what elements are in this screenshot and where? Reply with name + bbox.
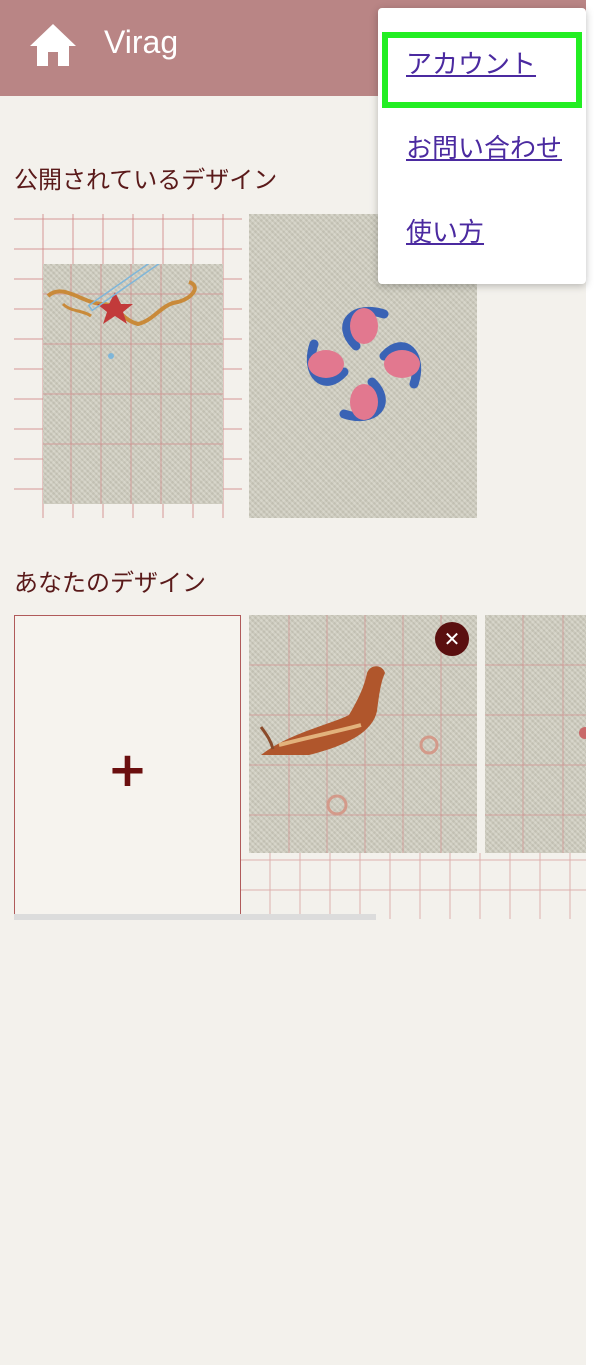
menu-item-howto[interactable]: 使い方 xyxy=(406,212,484,249)
your-design-card[interactable] xyxy=(485,615,586,853)
public-design-card[interactable] xyxy=(14,214,242,518)
plus-icon: + xyxy=(107,742,148,798)
delete-design-icon[interactable]: ✕ xyxy=(435,622,469,656)
embroidery-motif xyxy=(43,264,223,504)
public-designs-title: 公開されているデザイン xyxy=(14,166,278,194)
grid-background xyxy=(241,853,586,919)
design-image xyxy=(43,264,223,504)
embroidery-motif xyxy=(485,615,586,853)
app-title: Virag xyxy=(104,24,179,60)
home-icon[interactable] xyxy=(28,22,78,68)
page-edge xyxy=(586,0,594,1365)
add-design-button[interactable]: + xyxy=(14,615,241,918)
dropdown-menu: アカウント お問い合わせ 使い方 xyxy=(378,8,586,284)
menu-item-contact[interactable]: お問い合わせ xyxy=(406,128,562,165)
horizontal-scrollbar[interactable] xyxy=(14,914,376,920)
your-designs-title: あなたのデザイン xyxy=(14,569,206,597)
menu-item-account[interactable]: アカウント xyxy=(406,44,536,81)
